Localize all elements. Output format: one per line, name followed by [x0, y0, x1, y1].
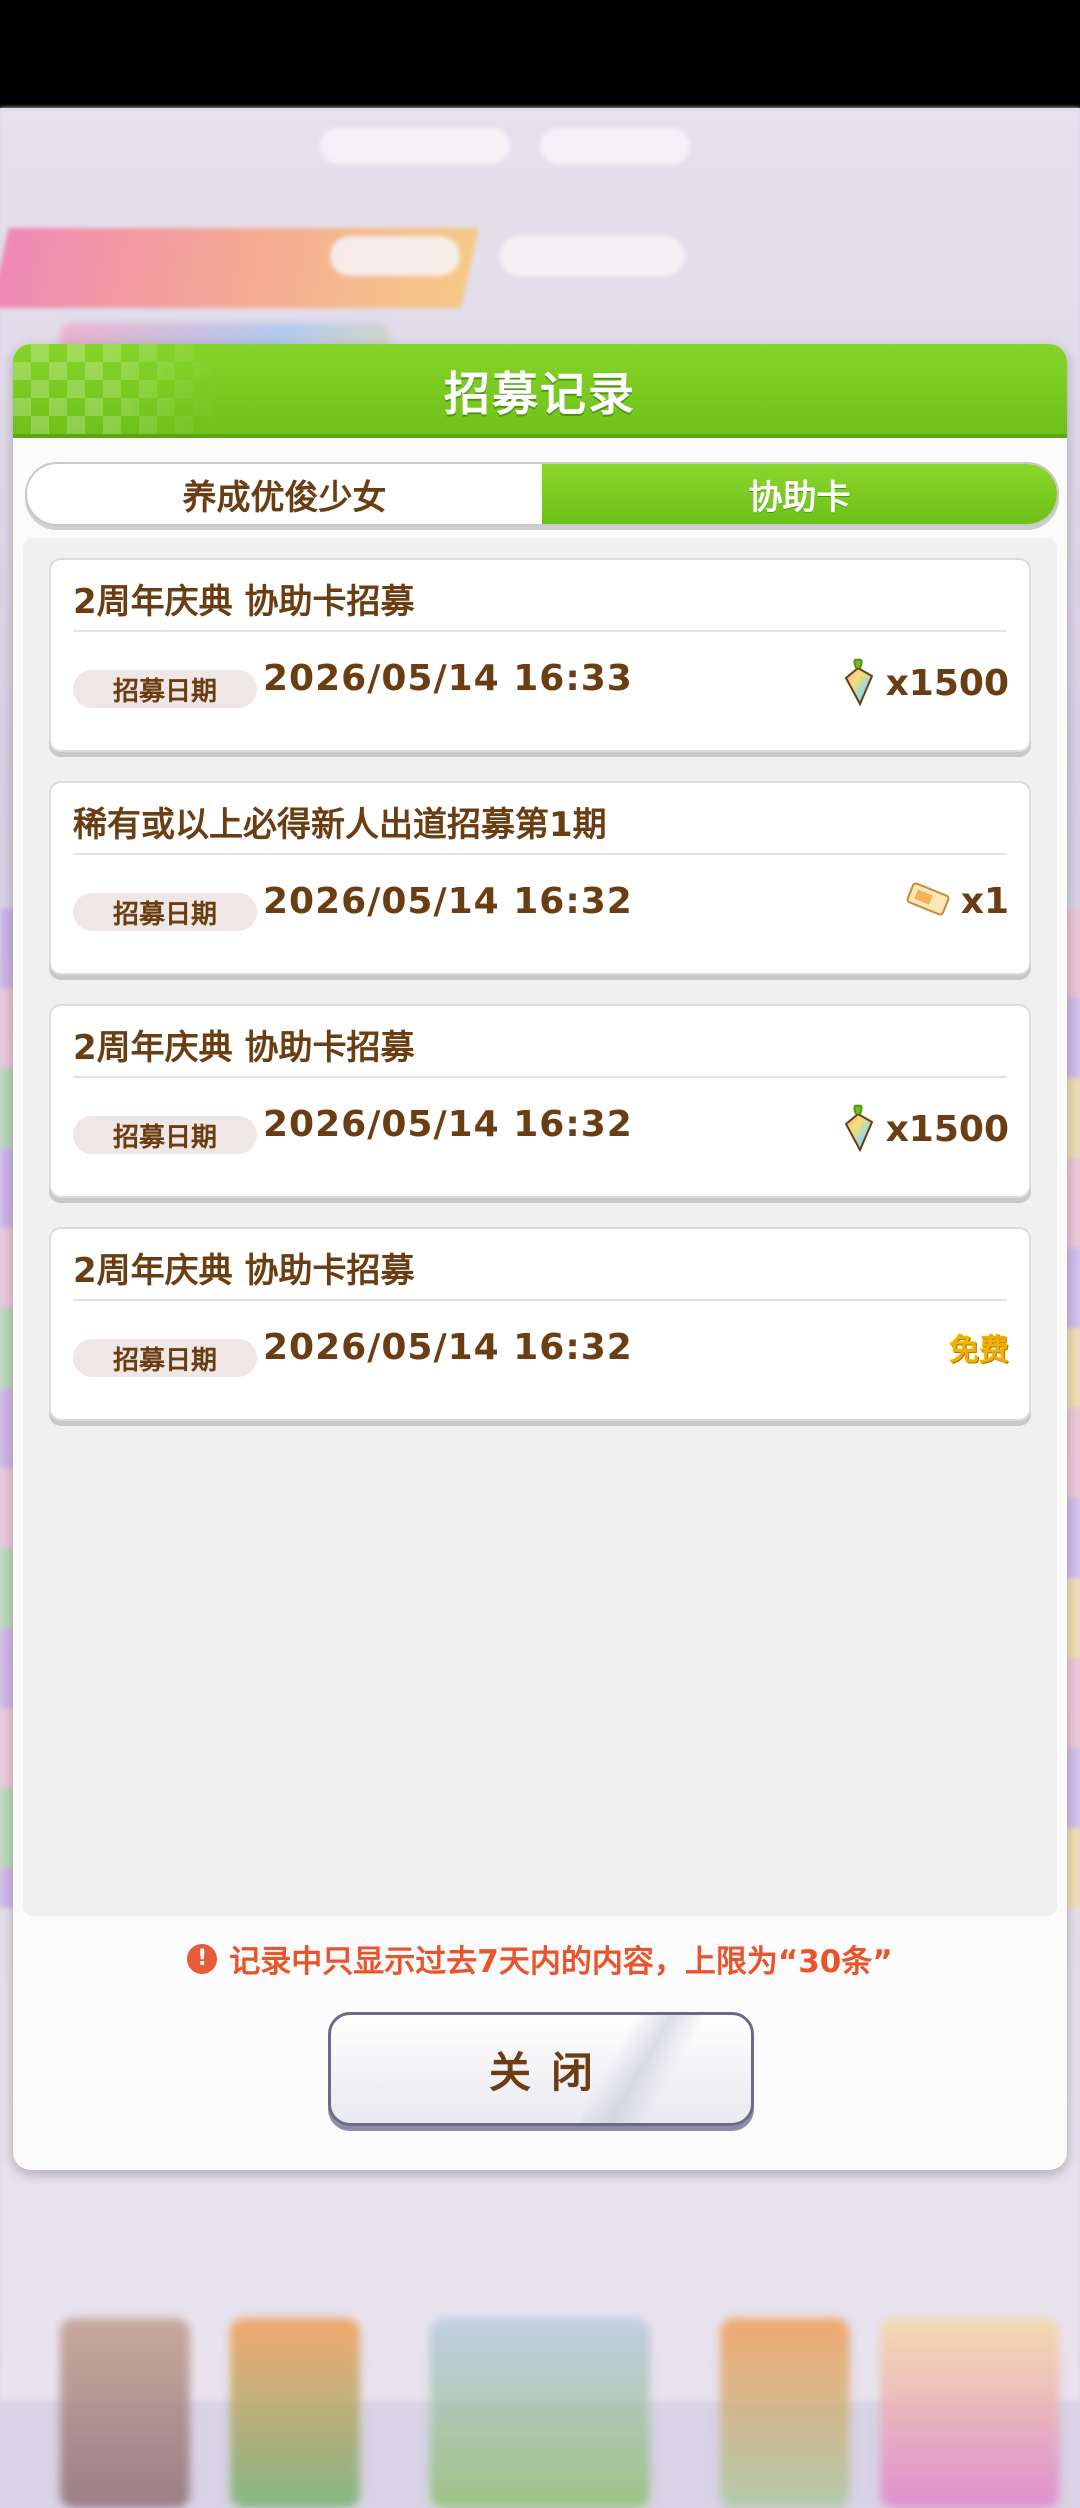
dialog-header: 招募记录: [13, 344, 1067, 438]
background-bottom-icon: [60, 2318, 190, 2508]
record-title: 2周年庆典 协助卡招募: [73, 1251, 415, 1291]
rainbow-carrot-icon: [838, 656, 878, 710]
background-bottom-icon: [720, 2318, 850, 2508]
close-button[interactable]: 关闭: [328, 2012, 754, 2126]
background-bottom-icon: [430, 2318, 650, 2508]
cost-amount: x1500: [885, 662, 1009, 704]
tab-support-card[interactable]: 协助卡: [542, 464, 1057, 524]
record-divider: [73, 1299, 1007, 1301]
record-date: 2026/05/14 16:32: [263, 1104, 633, 1145]
record-title: 2周年庆典 协助卡招募: [73, 1028, 415, 1068]
background-bottom-icon: [230, 2318, 360, 2508]
recruit-record-dialog: 招募记录 养成优俊少女 协助卡 2周年庆典 协助卡招募 招募日期 2026/05…: [13, 344, 1067, 2170]
record-cost: x1: [903, 879, 1009, 923]
close-button-label: 关闭: [488, 2047, 613, 2097]
warning-icon: !: [187, 1943, 218, 1974]
tab-bar: 养成优俊少女 协助卡: [25, 462, 1059, 526]
record-limit-note: ! 记录中只显示过去7天内的内容，上限为“30条”: [13, 1936, 1067, 1981]
record-card: 2周年庆典 协助卡招募 招募日期 2026/05/14 16:32 免费: [49, 1227, 1031, 1421]
rainbow-carrot-icon: [838, 1102, 878, 1156]
cost-amount: x1500: [885, 1108, 1009, 1150]
background-button: [330, 236, 460, 276]
background-currency-pill: [540, 128, 690, 164]
record-cost: x1500: [838, 656, 1009, 710]
record-divider: [73, 853, 1007, 855]
dialog-title: 招募记录: [444, 367, 636, 421]
record-title: 2周年庆典 协助卡招募: [73, 582, 415, 622]
ticket-icon: [903, 879, 953, 923]
free-badge: 免费: [949, 1333, 1009, 1368]
record-list[interactable]: 2周年庆典 协助卡招募 招募日期 2026/05/14 16:33 x1500: [23, 538, 1057, 1916]
record-date: 2026/05/14 16:32: [263, 1327, 633, 1368]
record-title: 稀有或以上必得新人出道招募第1期: [73, 805, 607, 845]
cost-amount: x1: [960, 880, 1009, 922]
record-divider: [73, 1076, 1007, 1078]
record-cost: x1500: [838, 1102, 1009, 1156]
date-label: 招募日期: [73, 1116, 257, 1154]
background-currency-pill: [320, 128, 510, 164]
record-date: 2026/05/14 16:32: [263, 881, 633, 922]
record-cost: 免费: [949, 1325, 1009, 1369]
background-button: [500, 236, 685, 276]
note-text: 记录中只显示过去7天内的内容，上限为“30条”: [229, 1944, 893, 1980]
record-card: 稀有或以上必得新人出道招募第1期 招募日期 2026/05/14 16:32 x…: [49, 781, 1031, 975]
date-label: 招募日期: [73, 1339, 257, 1377]
record-card: 2周年庆典 协助卡招募 招募日期 2026/05/14 16:32 x1500: [49, 1004, 1031, 1198]
record-date: 2026/05/14 16:33: [263, 658, 633, 699]
status-bar: [0, 0, 1080, 108]
record-divider: [73, 630, 1007, 632]
background-bottom-icon: [880, 2318, 1060, 2508]
date-label: 招募日期: [73, 670, 257, 708]
date-label: 招募日期: [73, 893, 257, 931]
record-card: 2周年庆典 协助卡招募 招募日期 2026/05/14 16:33 x1500: [49, 558, 1031, 752]
tab-training-girls[interactable]: 养成优俊少女: [27, 464, 542, 524]
